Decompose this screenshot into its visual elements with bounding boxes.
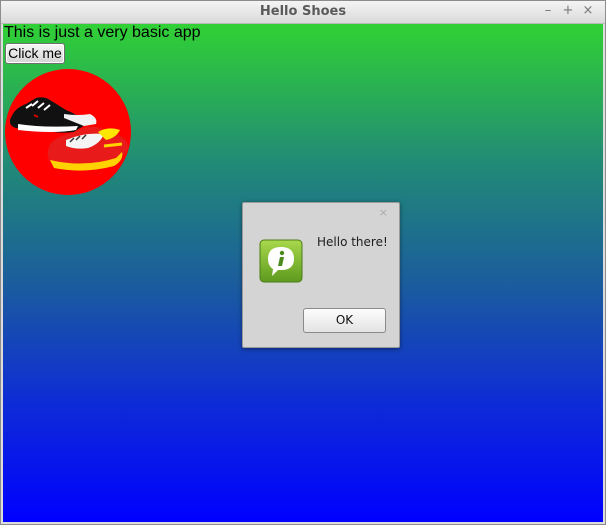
message-dialog: × Hello there! OK [242,202,400,348]
ok-button[interactable]: OK [303,308,386,333]
dialog-close-button[interactable]: × [379,206,388,219]
maximize-button[interactable]: + [560,3,576,19]
app-window: Hello Shoes – + × This is just a very ba… [0,0,606,525]
minimize-button[interactable]: – [540,3,556,19]
close-button[interactable]: × [580,3,596,19]
titlebar[interactable]: Hello Shoes – + × [1,1,605,24]
info-icon [259,239,303,283]
shoes-logo-icon [5,69,131,195]
intro-text: This is just a very basic app [4,24,201,41]
window-title: Hello Shoes [259,4,347,19]
dialog-message: Hello there! [317,235,388,249]
click-me-button[interactable]: Click me [5,43,65,64]
